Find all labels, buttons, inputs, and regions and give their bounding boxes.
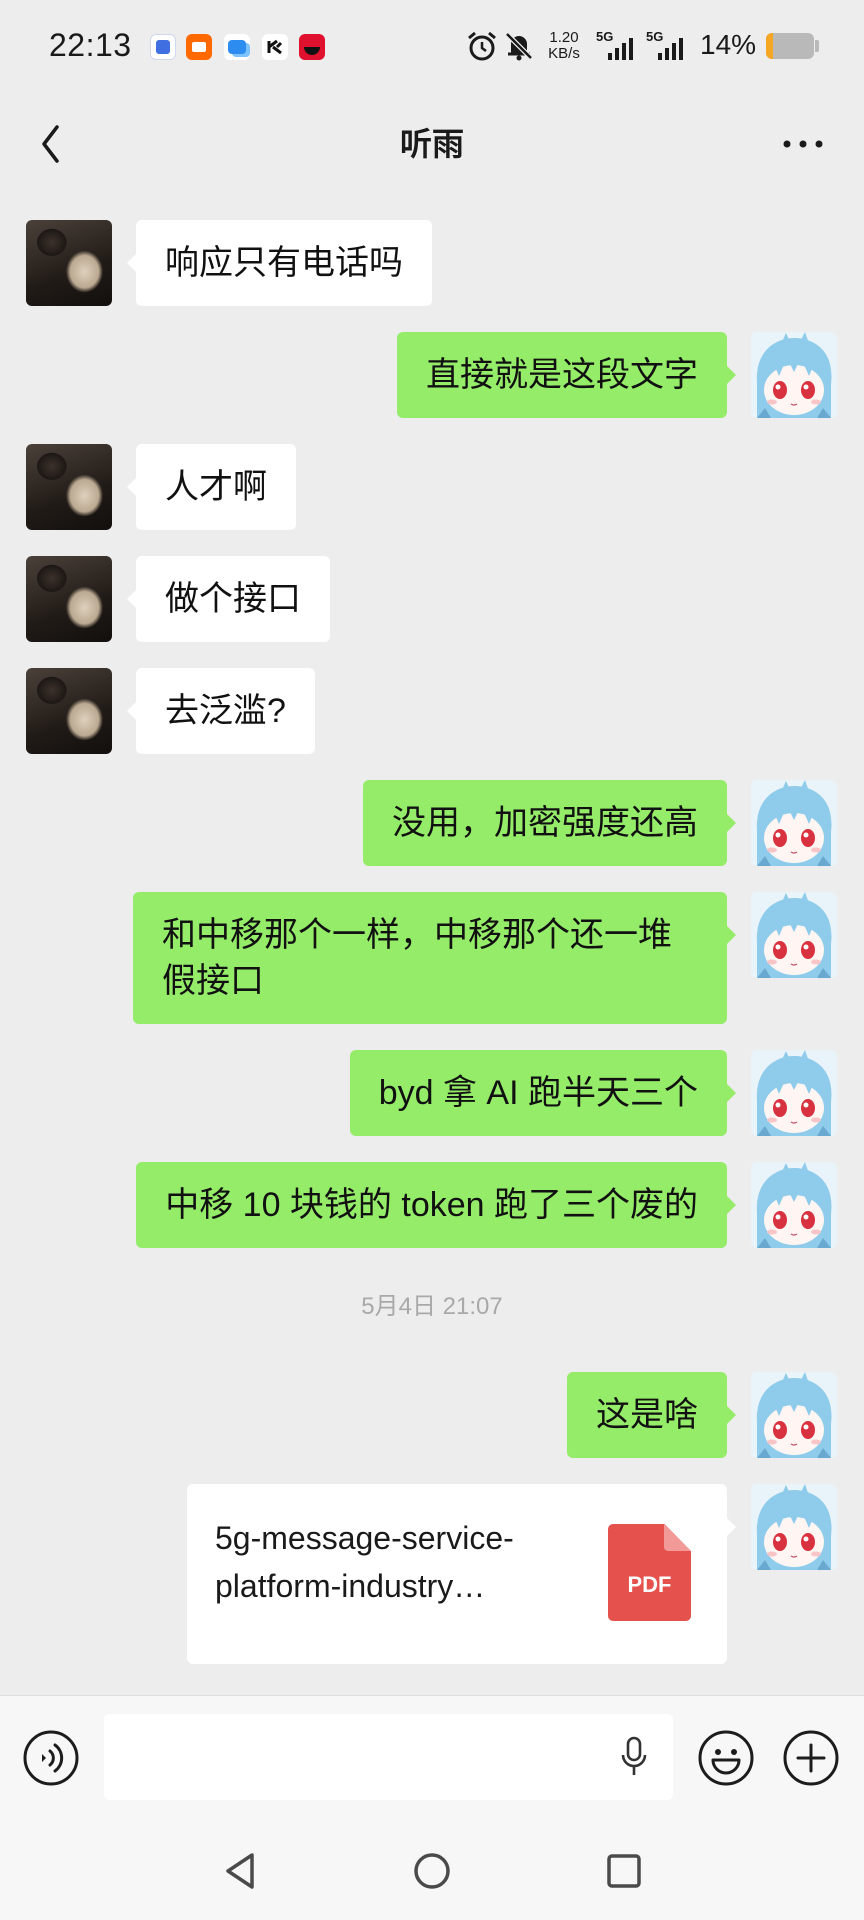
message-row: 去泛滥? <box>0 668 864 754</box>
nav-back-icon <box>226 1853 254 1889</box>
signal-2: 5G <box>646 30 690 62</box>
message-list: 响应只有电话吗直接就是这段文字人才啊做个接口去泛滥? 没用，加密强度还高和中移那个… <box>0 196 864 1664</box>
message-row: 人才啊 <box>0 444 864 530</box>
message-row: 没用，加密强度还高 <box>0 780 864 866</box>
battery-percent: 14% <box>700 29 757 60</box>
my-avatar[interactable] <box>751 1484 837 1570</box>
message-bubble[interactable]: 做个接口 <box>127 556 330 642</box>
nav-back-button[interactable] <box>218 1849 262 1893</box>
microphone-button[interactable] <box>620 1736 648 1778</box>
nav-home-button[interactable] <box>410 1849 454 1893</box>
microphone-icon <box>621 1736 647 1775</box>
message-row: 做个接口 <box>0 556 864 642</box>
nav-home-icon <box>414 1853 450 1889</box>
message-text: byd 拿 AI 跑半天三个 <box>378 1074 698 1112</box>
my-avatar[interactable] <box>751 780 837 866</box>
message-row: 直接就是这段文字 <box>0 332 864 418</box>
more-options-button[interactable] <box>776 126 830 162</box>
network-speed: 1.20 KB/s <box>545 30 583 62</box>
signal-bars-icon <box>608 38 633 60</box>
pdf-file-icon: PDF <box>608 1524 691 1621</box>
message-input-box[interactable] <box>104 1714 673 1802</box>
nav-recent-apps-button[interactable] <box>602 1849 646 1893</box>
message-row: 和中移那个一样，中移那个还一堆假接口 <box>0 892 864 1024</box>
message-bubble[interactable]: byd 拿 AI 跑半天三个 <box>349 1050 737 1136</box>
signal-1: 5G <box>596 30 640 62</box>
voice-input-button[interactable] <box>22 1729 80 1787</box>
more-dots-icon <box>783 140 823 148</box>
message-app-icon <box>224 34 250 60</box>
my-avatar[interactable] <box>751 332 837 418</box>
battery-icon <box>766 33 814 59</box>
message-text: 直接就是这段文字 <box>426 356 698 394</box>
battery-tip <box>815 40 819 52</box>
status-bar: 22:13 1.20 KB/s 5G 5G 14% <box>0 0 864 92</box>
message-text: 人才啊 <box>165 468 267 506</box>
message-row: 中移 10 块钱的 token 跑了三个废的 <box>0 1162 864 1248</box>
message-input[interactable] <box>120 1714 604 1802</box>
voice-input-icon <box>23 1730 79 1786</box>
message-bubble[interactable]: 直接就是这段文字 <box>397 332 736 418</box>
contact-avatar[interactable] <box>26 220 112 306</box>
message-text: 去泛滥? <box>165 692 286 730</box>
message-text: 中移 10 块钱的 token 跑了三个废的 <box>165 1186 698 1224</box>
file-type-label: PDF <box>627 1572 672 1597</box>
chat-title: 听雨 <box>399 126 464 162</box>
my-avatar[interactable] <box>751 1050 837 1136</box>
message-text: 响应只有电话吗 <box>165 244 403 282</box>
tieba-icon <box>150 34 176 60</box>
message-bubble[interactable]: 去泛滥? <box>127 668 315 754</box>
message-bubble[interactable]: 这是啥 <box>567 1372 736 1458</box>
tmall-icon <box>299 34 325 60</box>
emoji-button[interactable] <box>697 1729 755 1787</box>
message-timestamp: 5月4日 21:07 <box>361 1293 503 1320</box>
status-time: 22:13 <box>49 27 132 63</box>
alarm-clock-icon <box>466 30 498 67</box>
message-bubble[interactable]: 中移 10 块钱的 token 跑了三个废的 <box>136 1162 736 1248</box>
file-name-line: 5g-message-service- <box>215 1520 514 1556</box>
message-text: 做个接口 <box>165 580 301 618</box>
message-row: 这是啥 <box>0 1372 864 1458</box>
message-bubble[interactable]: 人才啊 <box>127 444 296 530</box>
more-functions-button[interactable] <box>782 1729 840 1787</box>
contact-avatar[interactable] <box>26 556 112 642</box>
network-speed-value: 1.20 <box>549 29 579 46</box>
input-bar <box>0 1695 864 1821</box>
emoji-icon <box>698 1730 754 1786</box>
message-bubble[interactable]: 和中移那个一样，中移那个还一堆假接口 <box>133 892 736 1024</box>
nav-recent-apps-icon <box>607 1854 641 1888</box>
message-row: byd 拿 AI 跑半天三个 <box>0 1050 864 1136</box>
message-bubble[interactable]: 响应只有电话吗 <box>127 220 432 306</box>
message-text: 和中移那个一样，中移那个还一堆假接口 <box>162 916 672 1000</box>
message-row: 5g-message-service-platform-industry… PDF <box>0 1484 864 1664</box>
chat-area[interactable]: 响应只有电话吗直接就是这段文字人才啊做个接口去泛滥? 没用，加密强度还高和中移那个… <box>0 196 864 1695</box>
my-avatar[interactable] <box>751 1162 837 1248</box>
app-icon <box>262 34 288 60</box>
taobao-icon <box>186 34 212 60</box>
file-name-line: platform-industry… <box>215 1568 486 1604</box>
message-text: 这是啥 <box>596 1396 698 1434</box>
system-nav-bar <box>0 1821 864 1920</box>
file-message-card[interactable]: 5g-message-service-platform-industry… PDF <box>187 1484 736 1664</box>
my-avatar[interactable] <box>751 1372 837 1458</box>
message-text: 没用，加密强度还高 <box>392 804 698 842</box>
chat-header: 听雨 <box>0 92 864 196</box>
file-name: 5g-message-service-platform-industry… <box>215 1514 545 1610</box>
my-avatar[interactable] <box>751 892 837 978</box>
network-speed-unit: KB/s <box>548 45 580 62</box>
message-row: 响应只有电话吗 <box>0 220 864 306</box>
plus-icon <box>783 1730 839 1786</box>
contact-avatar[interactable] <box>26 444 112 530</box>
contact-avatar[interactable] <box>26 668 112 754</box>
message-bubble[interactable]: 没用，加密强度还高 <box>363 780 736 866</box>
battery-fill <box>766 33 773 59</box>
bell-off-icon <box>503 30 535 67</box>
signal-bars-icon <box>658 38 683 60</box>
